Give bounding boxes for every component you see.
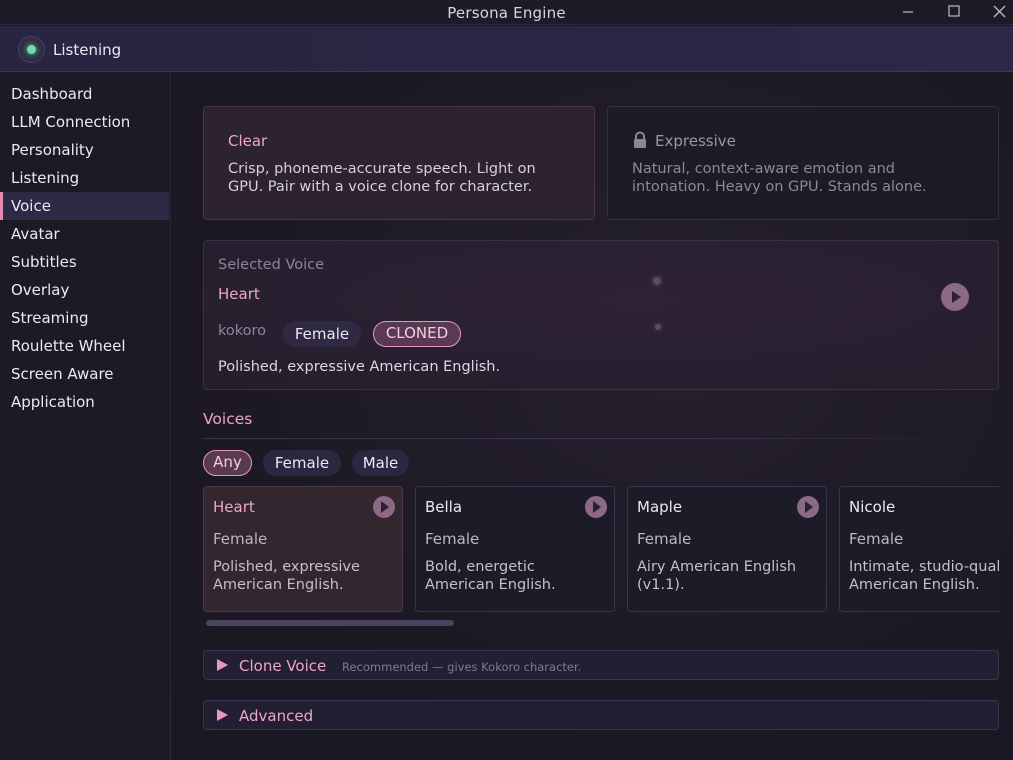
main-panel: Clear Crisp, phoneme-accurate speech. Li… [175,72,1013,760]
mode-title: Clear [228,132,268,150]
mode-card-clear[interactable]: Clear Crisp, phoneme-accurate speech. Li… [203,106,595,220]
status-indicator [18,36,45,63]
expand-arrow-icon [217,659,228,671]
window-title: Persona Engine [447,4,566,22]
voice-name: Heart [213,498,255,516]
sidebar-item-streaming[interactable]: Streaming [0,304,169,332]
sidebar-item-dashboard[interactable]: Dashboard [0,80,169,108]
play-preview-button[interactable] [941,283,969,311]
voice-card-bella[interactable]: Bella Female Bold, energetic American En… [415,486,615,612]
selected-voice-engine: kokoro [218,323,267,339]
voice-gender: Female [637,530,692,548]
status-bar: Listening [0,26,1013,72]
voice-name: Maple [637,498,683,516]
filter-any[interactable]: Any [203,450,252,476]
voice-description: Airy American English (v1.1). [637,559,797,593]
sidebar-item-screen-aware[interactable]: Screen Aware [0,360,169,388]
lock-icon [634,131,646,148]
sidebar-item-application[interactable]: Application [0,388,169,416]
mode-description: Natural, context-aware emotion and inton… [632,161,927,195]
voice-card-maple[interactable]: Maple Female Airy American English (v1.1… [627,486,827,612]
selected-voice-label: Selected Voice [218,257,325,273]
voice-card-heart[interactable]: Heart Female Polished, expressive Americ… [203,486,403,612]
voice-gender: Female [425,530,480,548]
selected-voice-name: Heart [218,285,260,303]
voices-divider [203,438,999,439]
filter-male[interactable]: Male [352,450,409,476]
sidebar-item-subtitles[interactable]: Subtitles [0,248,169,276]
cloned-badge: CLONED [373,321,461,347]
filter-female[interactable]: Female [263,450,341,476]
decorative-orb [655,324,661,330]
voice-card-nicole[interactable]: Nicole Female Intimate, studio-quality A… [839,486,999,612]
voice-description: Polished, expressive American English. [213,559,360,593]
sidebar-item-avatar[interactable]: Avatar [0,220,169,248]
sidebar-item-voice[interactable]: Voice [0,192,169,220]
selected-voice-card: Selected Voice Heart kokoro Female CLONE… [203,240,999,390]
expand-arrow-icon [217,709,228,721]
gender-chip: Female [283,321,361,347]
title-bar: Persona Engine [0,0,1013,25]
sidebar-item-overlay[interactable]: Overlay [0,276,169,304]
decorative-orb [653,277,661,285]
minimize-icon[interactable] [897,2,919,22]
close-icon[interactable] [989,2,1011,22]
voice-name: Bella [425,498,463,516]
voice-gender: Female [849,530,904,548]
advanced-section[interactable]: Advanced [203,700,999,730]
mode-card-expressive[interactable]: Expressive Natural, context-aware emotio… [607,106,999,220]
sidebar: Dashboard LLM Connection Personality Lis… [0,72,171,760]
clone-voice-hint: Recommended — gives Kokoro character. [342,660,582,674]
sidebar-item-personality[interactable]: Personality [0,136,169,164]
voice-description: Bold, energetic American English. [425,559,556,593]
status-dot-icon [27,45,36,54]
mode-description: Crisp, phoneme-accurate speech. Light on… [228,161,536,195]
advanced-title: Advanced [239,707,314,725]
voice-list-scrollbar[interactable] [206,620,454,626]
sidebar-item-llm-connection[interactable]: LLM Connection [0,108,169,136]
voice-description: Intimate, studio-quality American Englis… [849,559,999,593]
clone-voice-section[interactable]: Clone Voice Recommended — gives Kokoro c… [203,650,999,680]
mode-title: Expressive [655,132,736,150]
play-voice-button[interactable] [585,496,607,518]
sidebar-item-roulette-wheel[interactable]: Roulette Wheel [0,332,169,360]
maximize-icon[interactable] [943,2,965,22]
voice-gender: Female [213,530,268,548]
voice-name: Nicole [849,498,896,516]
voice-card-list: Heart Female Polished, expressive Americ… [203,486,999,612]
play-voice-button[interactable] [797,496,819,518]
selected-voice-description: Polished, expressive American English. [218,359,501,375]
voices-heading: Voices [203,410,253,428]
sidebar-item-listening[interactable]: Listening [0,164,169,192]
clone-voice-title: Clone Voice [239,657,327,675]
play-voice-button[interactable] [373,496,395,518]
status-label: Listening [53,41,122,59]
